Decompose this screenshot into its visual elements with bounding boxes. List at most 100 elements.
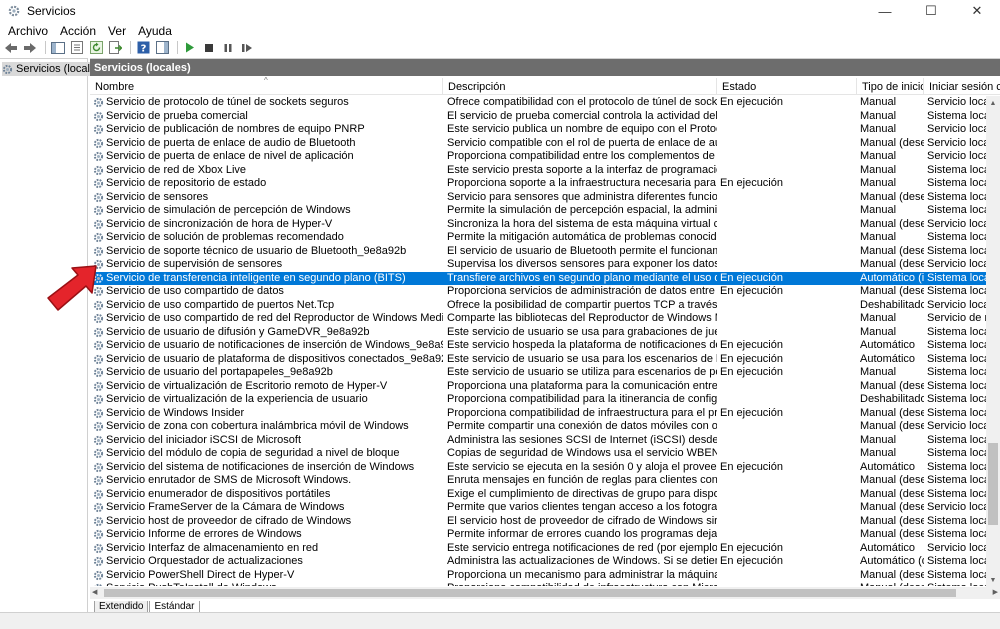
export-list-icon[interactable] bbox=[107, 41, 123, 55]
back-arrow-icon[interactable] bbox=[3, 41, 19, 55]
table-row[interactable]: Servicio del iniciador iSCSI de Microsof… bbox=[90, 434, 986, 448]
service-logon-as: Sistema local bbox=[927, 325, 986, 338]
service-gear-icon bbox=[93, 570, 104, 580]
table-row[interactable]: Servicio PowerShell Direct de Hyper-V Pro… bbox=[90, 569, 986, 583]
service-name: Servicio de puerta de enlace de audio de… bbox=[106, 136, 356, 149]
service-name-cell: Servicio de repositorio de estado bbox=[90, 177, 443, 191]
scroll-up-icon[interactable]: ▲ bbox=[986, 96, 1000, 110]
column-header-tipo-inicio[interactable]: Tipo de inicio bbox=[857, 78, 924, 95]
service-name: Servicio de supervisión de sensores bbox=[106, 258, 283, 270]
table-row[interactable]: Servicio de supervisión de sensores Super… bbox=[90, 258, 986, 272]
scroll-right-icon[interactable]: ▶ bbox=[993, 587, 998, 599]
horizontal-scroll-thumb[interactable] bbox=[104, 589, 956, 597]
table-row[interactable]: Servicio Interfaz de almacenamiento en r… bbox=[90, 542, 986, 556]
table-row[interactable]: Servicio de prueba comercial El servicio … bbox=[90, 110, 986, 124]
table-row[interactable]: Servicio de uso compartido de red del Re… bbox=[90, 312, 986, 326]
table-row[interactable]: Servicio de virtualización de la experie… bbox=[90, 393, 986, 407]
table-row[interactable]: Servicio de puerta de enlace de audio de… bbox=[90, 137, 986, 151]
table-row[interactable]: Servicio Orquestador de actualizaciones A… bbox=[90, 555, 986, 569]
service-status bbox=[717, 488, 857, 502]
table-row[interactable]: Servicio de protocolo de túnel de socket… bbox=[90, 96, 986, 110]
table-row[interactable]: Servicio de simulación de percepción de … bbox=[90, 204, 986, 218]
table-row[interactable]: Servicio de usuario de notificaciones de… bbox=[90, 339, 986, 353]
service-name-cell: Servicio de sensores bbox=[90, 191, 443, 205]
service-gear-icon bbox=[93, 557, 104, 567]
service-name: Servicio de usuario de notificaciones de… bbox=[106, 339, 443, 351]
table-row[interactable]: Servicio de publicación de nombres de eq… bbox=[90, 123, 986, 137]
column-header-iniciar-sesion[interactable]: Iniciar sesión co bbox=[924, 78, 1000, 95]
service-gear-icon bbox=[93, 98, 104, 108]
action-pane-icon[interactable] bbox=[154, 41, 170, 55]
service-gear-icon bbox=[93, 516, 104, 526]
maximize-button[interactable]: ☐ bbox=[908, 0, 954, 22]
service-name-cell: Servicio de zona con cobertura inalámbri… bbox=[90, 420, 443, 434]
table-row[interactable]: Servicio de usuario de difusión y GameDV… bbox=[90, 326, 986, 340]
service-description: Administra las actualizaciones de Window… bbox=[447, 555, 717, 567]
table-row[interactable]: Servicio de uso compartido de datos Propo… bbox=[90, 285, 986, 299]
service-gear-icon bbox=[93, 165, 104, 175]
service-status bbox=[717, 204, 857, 218]
service-gear-icon bbox=[93, 530, 104, 540]
service-logon-as: Sistema local bbox=[927, 528, 986, 540]
service-description: Copias de seguridad de Windows usa el se… bbox=[447, 447, 717, 459]
service-startup-type: Manual bbox=[860, 366, 897, 378]
horizontal-scrollbar[interactable]: ◀ ▶ bbox=[90, 587, 1000, 599]
column-headers: ^ Nombre Descripción Estado Tipo de inic… bbox=[90, 76, 1000, 95]
service-name-cell: Servicio de prueba comercial bbox=[90, 110, 443, 124]
show-hide-console-tree-icon[interactable] bbox=[50, 41, 66, 55]
start-service-icon[interactable] bbox=[182, 41, 198, 55]
column-header-estado[interactable]: Estado bbox=[717, 78, 857, 95]
service-status: En ejecución bbox=[720, 460, 783, 473]
table-row[interactable]: Servicio host de proveedor de cifrado de… bbox=[90, 515, 986, 529]
table-row[interactable]: Servicio de usuario del portapapeles_9e8… bbox=[90, 366, 986, 380]
menu-accion[interactable]: Acción bbox=[54, 24, 102, 38]
pause-service-icon[interactable] bbox=[220, 41, 236, 55]
service-startup-type: Manual (dese... bbox=[860, 136, 924, 149]
service-status bbox=[717, 258, 857, 272]
table-row[interactable]: Servicio de red de Xbox Live Este servici… bbox=[90, 164, 986, 178]
table-row[interactable]: Servicio de repositorio de estado Proporc… bbox=[90, 177, 986, 191]
vertical-scroll-thumb[interactable] bbox=[988, 443, 998, 525]
table-row[interactable]: Servicio enrutador de SMS de Microsoft W… bbox=[90, 474, 986, 488]
table-row[interactable]: Servicio de sincronización de hora de Hy… bbox=[90, 218, 986, 232]
service-name: Servicio de uso compartido de datos bbox=[106, 285, 284, 297]
table-row[interactable]: Servicio de soporte técnico de usuario d… bbox=[90, 245, 986, 259]
table-row[interactable]: Servicio del sistema de notificaciones d… bbox=[90, 461, 986, 475]
table-row[interactable]: Servicio Informe de errores de Windows Pe… bbox=[90, 528, 986, 542]
table-row[interactable]: Servicio de virtualización de Escritorio… bbox=[90, 380, 986, 394]
table-row[interactable]: Servicio de solución de problemas recome… bbox=[90, 231, 986, 245]
scroll-down-icon[interactable]: ▼ bbox=[986, 573, 1000, 587]
service-name-cell: Servicio de puerta de enlace de audio de… bbox=[90, 137, 443, 151]
service-description: Ofrece la posibilidad de compartir puert… bbox=[447, 298, 717, 311]
service-name: Servicio enumerador de dispositivos port… bbox=[106, 487, 331, 500]
refresh-icon[interactable] bbox=[88, 41, 104, 55]
vertical-scrollbar[interactable]: ▲ ▼ bbox=[986, 96, 1000, 587]
table-row[interactable]: Servicio del módulo de copia de segurida… bbox=[90, 447, 986, 461]
menu-archivo[interactable]: Archivo bbox=[2, 24, 54, 38]
table-row[interactable]: Servicio enumerador de dispositivos port… bbox=[90, 488, 986, 502]
scroll-left-icon[interactable]: ◀ bbox=[92, 587, 97, 599]
close-button[interactable]: ✕ bbox=[954, 0, 1000, 22]
service-name: Servicio de prueba comercial bbox=[106, 109, 248, 122]
table-row[interactable]: Servicio FrameServer de la Cámara de Win… bbox=[90, 501, 986, 515]
table-row[interactable]: Servicio de usuario de plataforma de dis… bbox=[90, 353, 986, 367]
restart-service-icon[interactable] bbox=[239, 41, 255, 55]
table-row[interactable]: Servicio de zona con cobertura inalámbri… bbox=[90, 420, 986, 434]
column-header-nombre[interactable]: Nombre bbox=[90, 78, 443, 95]
table-row[interactable]: Servicio de sensores Servicio para sensor… bbox=[90, 191, 986, 205]
help-icon[interactable]: ? bbox=[135, 41, 151, 55]
service-name-cell: Servicio Informe de errores de Windows bbox=[90, 528, 443, 542]
menu-ver[interactable]: Ver bbox=[102, 24, 132, 38]
console-tree: Servicios (locales) bbox=[0, 58, 109, 612]
table-row[interactable]: Servicio de puerta de enlace de nivel de… bbox=[90, 150, 986, 164]
table-row[interactable]: Servicio de uso compartido de puertos Ne… bbox=[90, 299, 986, 313]
column-header-descripcion[interactable]: Descripción bbox=[443, 78, 717, 95]
forward-arrow-icon[interactable] bbox=[22, 41, 38, 55]
stop-service-icon[interactable] bbox=[201, 41, 217, 55]
minimize-button[interactable]: — bbox=[862, 0, 908, 22]
table-row-selected[interactable]: Servicio de transferencia inteligente en… bbox=[90, 271, 986, 285]
menu-ayuda[interactable]: Ayuda bbox=[132, 24, 178, 38]
properties-icon[interactable] bbox=[69, 41, 85, 55]
table-row[interactable]: Servicio PushToInstall de Windows Proporc… bbox=[90, 582, 986, 586]
table-row[interactable]: Servicio de Windows Insider Proporciona c… bbox=[90, 407, 986, 421]
